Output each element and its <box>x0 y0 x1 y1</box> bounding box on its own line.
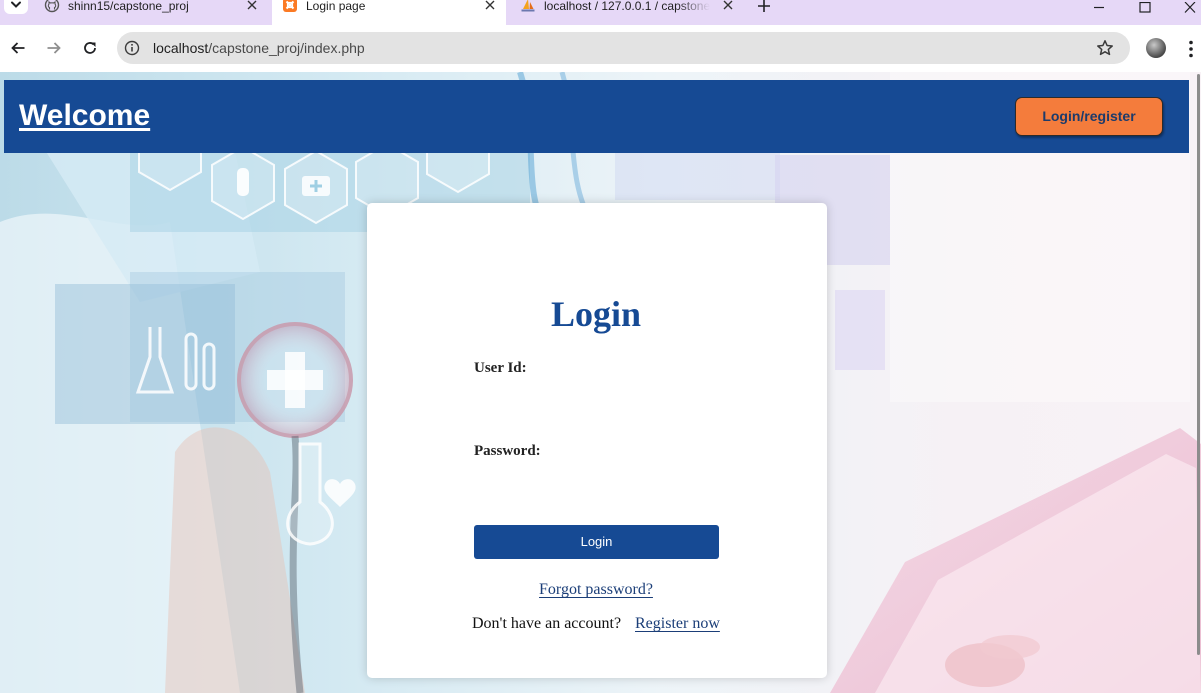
plus-icon <box>758 0 770 12</box>
reload-button[interactable] <box>82 40 98 56</box>
phpmyadmin-icon <box>520 0 536 13</box>
tab-login-page[interactable]: Login page <box>272 0 506 25</box>
user-id-label: User Id: <box>474 360 527 376</box>
scrollbar-thumb[interactable] <box>1197 74 1200 655</box>
url-host: localhost <box>153 40 209 56</box>
address-url: localhost/capstone_proj/index.php <box>153 40 365 56</box>
browser-menu-button[interactable] <box>1188 40 1194 58</box>
arrow-left-icon <box>11 42 25 54</box>
login-submit-button[interactable]: Login <box>474 525 719 559</box>
minimize-button[interactable] <box>1093 0 1105 11</box>
page-viewport: Welcome Login/register Login User Id: Pa… <box>0 72 1201 693</box>
chevron-down-icon <box>11 1 21 8</box>
bookmark-star-icon[interactable] <box>1096 39 1114 57</box>
reload-icon <box>84 42 96 54</box>
maximize-icon <box>1139 1 1151 13</box>
site-info-icon[interactable] <box>124 40 140 56</box>
tab-github[interactable]: shinn15/capstone_proj <box>32 0 270 25</box>
login-register-button[interactable]: Login/register <box>1015 97 1163 136</box>
tab-search-button[interactable] <box>4 0 28 14</box>
back-button[interactable] <box>10 40 26 56</box>
browser-toolbar: localhost/capstone_proj/index.php <box>0 25 1201 72</box>
close-icon <box>1184 1 1196 13</box>
site-header: Welcome Login/register <box>4 80 1189 153</box>
profile-avatar[interactable] <box>1146 38 1166 58</box>
no-account-text: Don't have an account? <box>472 615 622 632</box>
arrow-right-icon <box>47 42 61 54</box>
close-icon[interactable] <box>485 0 495 10</box>
maximize-button[interactable] <box>1139 0 1151 13</box>
login-card: Login User Id: Password: Login Forgot pa… <box>367 203 827 678</box>
tab-title: shinn15/capstone_proj <box>68 0 189 13</box>
tab-title: Login page <box>306 0 366 13</box>
minimize-icon <box>1094 6 1104 9</box>
tab-strip: shinn15/capstone_proj Login page localho… <box>0 0 1201 25</box>
github-icon <box>44 0 60 13</box>
password-label: Password: <box>474 443 541 459</box>
more-vert-icon <box>1189 40 1193 58</box>
forgot-password-link[interactable]: Forgot password? <box>539 581 653 598</box>
address-bar[interactable]: localhost/capstone_proj/index.php <box>117 32 1130 64</box>
vertical-scrollbar[interactable] <box>1193 72 1201 693</box>
password-input[interactable] <box>474 464 719 494</box>
login-heading: Login <box>550 294 642 334</box>
close-icon[interactable] <box>723 0 733 10</box>
register-now-link[interactable]: Register now <box>635 614 720 633</box>
tab-phpmyadmin[interactable]: localhost / 127.0.0.1 / capstone <box>507 0 745 25</box>
close-icon[interactable] <box>247 0 257 10</box>
new-tab-button[interactable] <box>758 0 770 12</box>
user-id-input[interactable] <box>474 381 719 411</box>
tab-title: localhost / 127.0.0.1 / capstone <box>544 0 710 13</box>
forward-button[interactable] <box>46 40 62 56</box>
window-close-button[interactable] <box>1184 0 1196 13</box>
xampp-icon <box>282 0 298 13</box>
url-path: /capstone_proj/index.php <box>208 40 365 56</box>
forgot-password-row: Forgot password? <box>367 580 825 599</box>
site-title[interactable]: Welcome <box>19 99 150 133</box>
